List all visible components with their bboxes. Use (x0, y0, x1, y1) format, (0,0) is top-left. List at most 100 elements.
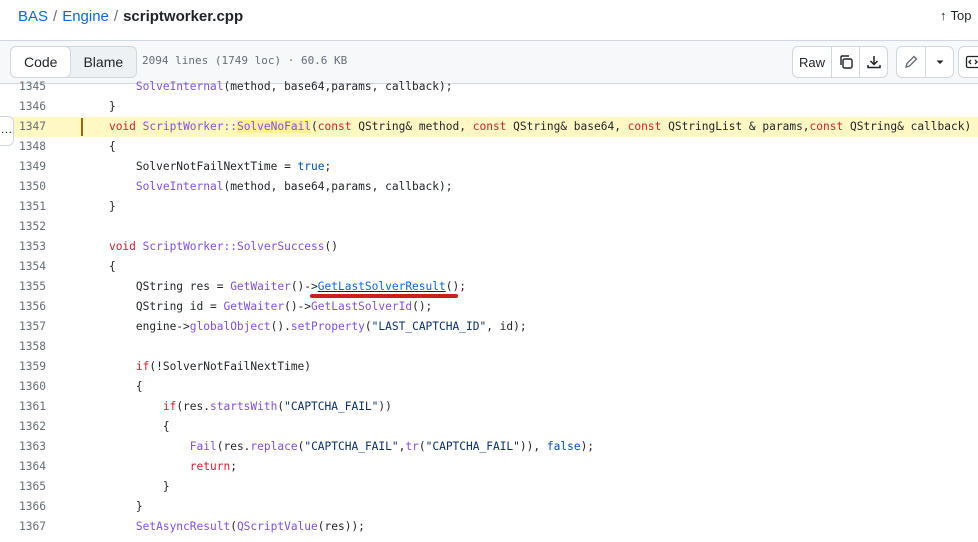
code-view: 1345 SolveInternal(method, base64,params… (0, 77, 978, 542)
line-number[interactable]: 1364 (0, 457, 46, 477)
code-line: 1365 } (0, 477, 978, 497)
line-number[interactable]: 1350 (0, 177, 46, 197)
code-token: "LAST_CAPTCHA_ID" (371, 320, 487, 333)
top-button[interactable]: ↑ Top (940, 8, 971, 23)
code-token: SolveInternal (135, 80, 224, 93)
download-icon (866, 56, 881, 69)
line-number[interactable]: 1357 (0, 317, 46, 337)
raw-copy-download-group: Raw (792, 46, 888, 78)
code-token: )) (378, 400, 392, 413)
code-token: globalObject (189, 320, 271, 333)
tab-code[interactable]: Code (10, 46, 72, 78)
line-number[interactable]: 1358 (0, 337, 46, 357)
code-line: 1348 { (0, 137, 978, 157)
code-token: SolveInternal (135, 180, 224, 193)
code-token: } (108, 200, 116, 213)
line-number[interactable]: 1355 (0, 277, 46, 297)
line-number[interactable]: 1353 (0, 237, 46, 257)
line-number[interactable]: 1349 (0, 157, 46, 177)
code-text: { (82, 137, 116, 157)
tab-blame[interactable]: Blame (70, 47, 136, 77)
code-token: { (108, 140, 116, 153)
code-token: const (627, 120, 662, 133)
code-token: QString& method, (351, 120, 473, 133)
code-token: engine-> (135, 320, 190, 333)
code-token: } (162, 480, 170, 493)
line-number[interactable]: 1359 (0, 357, 46, 377)
line-number[interactable]: 1352 (0, 217, 46, 237)
code-text: } (82, 497, 143, 517)
code-line: 1363 Fail(res.replace("CAPTCHA_FAIL",tr(… (0, 437, 978, 457)
code-token: "CAPTCHA_FAIL" (304, 440, 399, 453)
code-line: 1358 (0, 337, 978, 357)
code-text: engine->globalObject().setProperty("LAST… (82, 317, 527, 337)
code-text: { (82, 257, 116, 277)
code-token: { (108, 260, 116, 273)
edit-button-group (896, 46, 954, 78)
code-token: ()-> (284, 300, 312, 313)
code-token: SolverNotFailNextTime = (135, 160, 298, 173)
code-token: QString& base64, (506, 120, 628, 133)
code-text: Fail(res.replace("CAPTCHA_FAIL",tr("CAPT… (82, 437, 594, 457)
code-token: ScriptWorker:: (142, 120, 237, 133)
download-button[interactable] (859, 47, 887, 77)
code-token: (method, base64,params, callback); (223, 180, 453, 193)
line-number[interactable]: 1363 (0, 437, 46, 457)
breadcrumb-folder-link[interactable]: Engine (62, 8, 109, 25)
copy-raw-button[interactable] (831, 47, 859, 77)
file-stats: 2094 lines (1749 loc) · 60.6 KB (142, 54, 348, 67)
code-text: SolveInternal(method, base64,params, cal… (82, 77, 453, 97)
line-number[interactable]: 1361 (0, 397, 46, 417)
code-line: 1361 if(res.startsWith("CAPTCHA_FAIL")) (0, 397, 978, 417)
code-token: startsWith (210, 400, 278, 413)
copy-icon (839, 55, 853, 69)
line-number[interactable]: 1360 (0, 377, 46, 397)
breadcrumb-bar: BAS / Engine / scriptworker.cpp ↑ Top (0, 0, 978, 34)
code-line: 1362 { (0, 417, 978, 437)
code-text: SolveInternal(method, base64,params, cal… (82, 177, 453, 197)
symbol-link[interactable]: GetLastSolverResult (318, 280, 446, 293)
line-number[interactable]: 1346 (0, 97, 46, 117)
code-token: false (546, 440, 581, 453)
code-line: 1364 return; (0, 457, 978, 477)
breadcrumb-repo-link[interactable]: BAS (18, 8, 48, 25)
expand-sidebar-button[interactable]: … (0, 116, 14, 146)
code-line: 1354 { (0, 257, 978, 277)
code-token: setProperty (290, 320, 365, 333)
code-token: (!SolverNotFailNextTime) (149, 360, 312, 373)
line-number[interactable]: 1365 (0, 477, 46, 497)
code-token: { (135, 380, 143, 393)
code-token: ( (311, 120, 318, 133)
code-token: GetWaiter (230, 280, 291, 293)
code-token: SolveNoFail (236, 120, 312, 133)
code-token: if (162, 400, 177, 413)
code-line: 1346 } (0, 97, 978, 117)
code-text: { (82, 377, 143, 397)
code-line: 1355 QString res = GetWaiter()->GetLastS… (0, 277, 978, 297)
code-text: if(!SolverNotFailNextTime) (82, 357, 311, 377)
line-number[interactable]: 1362 (0, 417, 46, 437)
code-token: Fail (189, 440, 217, 453)
line-number[interactable]: 1354 (0, 257, 46, 277)
breadcrumb-separator: / (53, 8, 58, 25)
code-token: ; (324, 160, 332, 173)
code-token: const (472, 120, 507, 133)
code-text: } (82, 477, 170, 497)
code-token: void (108, 240, 136, 253)
line-number[interactable]: 1367 (0, 517, 46, 537)
code-token: SetAsyncResult (135, 520, 231, 533)
line-number[interactable]: 1356 (0, 297, 46, 317)
line-number[interactable]: 1345 (0, 77, 46, 97)
chevron-down-icon (936, 60, 943, 64)
view-mode-toggle: Code Blame (10, 46, 138, 78)
code-token: GetLastSolverId (311, 300, 413, 313)
code-token: "CAPTCHA_FAIL" (425, 440, 520, 453)
symbols-panel-button[interactable] (959, 47, 978, 77)
edit-file-button[interactable] (897, 47, 925, 77)
edit-options-dropdown[interactable] (925, 47, 953, 77)
line-number[interactable]: 1351 (0, 197, 46, 217)
raw-button[interactable]: Raw (793, 47, 831, 77)
code-text: void ScriptWorker::SolverSuccess() (82, 237, 338, 257)
line-number[interactable]: 1366 (0, 497, 46, 517)
